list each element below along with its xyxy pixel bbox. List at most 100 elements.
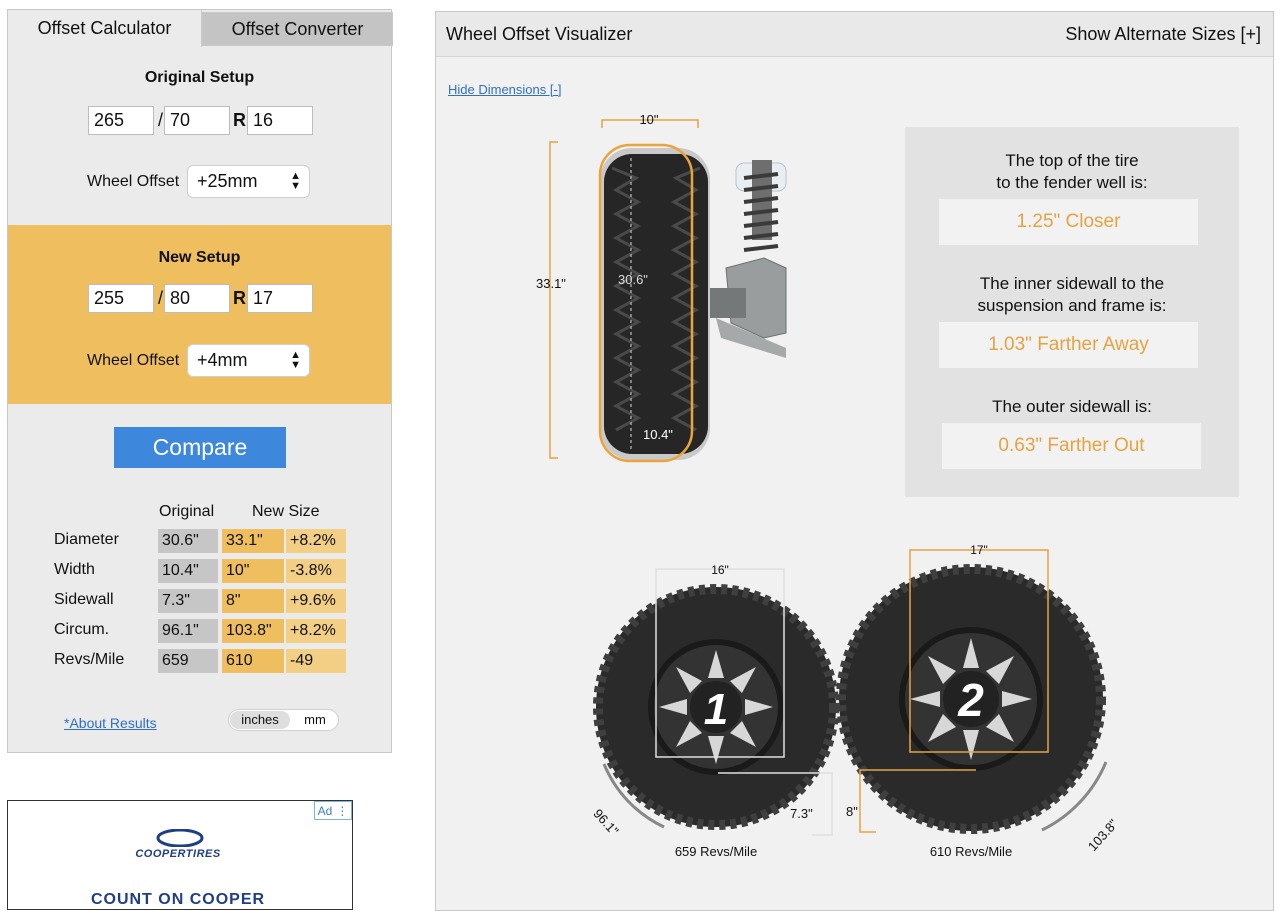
suspension-graphic <box>701 160 787 358</box>
tire-1-revs-label: 659 Revs/Mile <box>675 844 757 859</box>
ad-badge[interactable]: Ad ⋮ <box>314 801 352 820</box>
original-diameter-dimension: 30.6" <box>618 272 648 287</box>
question-line: The inner sidewall to the <box>979 274 1165 293</box>
original-aspect-input[interactable]: 70 <box>164 106 230 135</box>
size-separator: / <box>158 288 164 308</box>
select-arrows-icon: ▲ ▼ <box>290 170 301 192</box>
tire-1-circumference-label: 96.1" <box>590 806 621 839</box>
diff-value: +8.2% <box>286 619 346 643</box>
table-row: Circum. 96.1" 103.8" +8.2% <box>8 619 391 643</box>
ad-slogan-text: COUNT ON COOPER <box>90 891 266 908</box>
original-setup-section: Original Setup 265 / 70 R 16 Wheel Offse… <box>8 47 391 225</box>
size-separator: / <box>158 110 164 130</box>
new-rim-input[interactable]: 17 <box>247 284 313 313</box>
ad-badge-label: Ad <box>317 803 333 818</box>
calculator-tabs: Offset Calculator Offset Converter <box>7 9 393 47</box>
new-value: 33.1" <box>222 529 284 553</box>
question-line: The top of the tire <box>1005 151 1139 170</box>
table-row: Revs/Mile 659 610 -49 <box>8 649 391 673</box>
row-label: Sidewall <box>54 591 114 608</box>
diff-value: -3.8% <box>286 559 346 583</box>
original-value: 10.4" <box>158 559 218 583</box>
original-value: 30.6" <box>158 529 218 553</box>
show-alternate-sizes-toggle[interactable]: Show Alternate Sizes [+] <box>1065 24 1261 45</box>
tire-1-graphic: 1 <box>593 584 839 830</box>
offset-calculator-panel: Offset Calculator Offset Converter Origi… <box>7 9 393 753</box>
new-width-input[interactable]: 255 <box>88 284 154 313</box>
wheel-offset-visualizer: Wheel Offset Visualizer Show Alternate S… <box>435 11 1274 911</box>
unit-toggle[interactable]: inches mm <box>228 709 339 731</box>
original-size-row: 265 / 70 R 16 <box>88 106 328 136</box>
fender-answer: 1.25" Closer <box>939 199 1198 245</box>
original-width-input[interactable]: 265 <box>88 106 154 135</box>
results-header-new: New Size <box>252 503 320 520</box>
question-line: to the fender well is: <box>996 173 1148 192</box>
new-setup-section: New Setup 255 / 80 R 17 Wheel Offset +4m… <box>8 225 391 404</box>
unit-inches-option[interactable]: inches <box>230 711 290 729</box>
tire-2-number: 2 <box>957 674 984 726</box>
original-offset-row: Wheel Offset +25mm ▲ ▼ <box>87 165 327 199</box>
new-offset-row: Wheel Offset +4mm ▲ ▼ <box>87 344 327 378</box>
tire-comparison-diagram: 1 2 16" 7.3" 96.1" 659 Revs/Mile 17" 8" … <box>590 543 1121 859</box>
diff-value: +8.2% <box>286 529 346 553</box>
new-value: 10" <box>222 559 284 583</box>
hide-dimensions-link[interactable]: Hide Dimensions [-] <box>448 82 561 97</box>
outer-sidewall-question: The outer sidewall is: <box>905 396 1239 418</box>
kebab-menu-icon: ⋮ <box>336 803 349 818</box>
table-row: Sidewall 7.3" 8" +9.6% <box>8 589 391 613</box>
new-width-dimension: 10" <box>639 112 658 127</box>
row-label: Diameter <box>54 531 119 548</box>
visualizer-header: Wheel Offset Visualizer Show Alternate S… <box>436 12 1273 57</box>
new-offset-select[interactable]: +4mm ▲ ▼ <box>187 344 310 377</box>
tire-2-circumference-label: 103.8" <box>1085 816 1121 854</box>
compare-button[interactable]: Compare <box>114 427 286 468</box>
tire-2-rim-label: 17" <box>970 543 988 557</box>
original-value: 96.1" <box>158 619 218 643</box>
tire-1-rim-label: 16" <box>711 563 729 577</box>
advertisement[interactable]: Ad ⋮ COOPERTIRES COUNT ON COOPER <box>7 800 353 910</box>
fitment-info-box: The top of the tire to the fender well i… <box>905 127 1239 497</box>
table-row: Diameter 30.6" 33.1" +8.2% <box>8 529 391 553</box>
diff-value: -49 <box>286 649 346 673</box>
original-offset-value: +25mm <box>197 171 258 191</box>
unit-mm-option[interactable]: mm <box>293 711 337 729</box>
original-setup-title: Original Setup <box>144 69 255 86</box>
tab-offset-calculator[interactable]: Offset Calculator <box>7 9 202 47</box>
tire-1-sidewall-label: 7.3" <box>790 806 813 821</box>
new-aspect-input[interactable]: 80 <box>164 284 230 313</box>
new-offset-value: +4mm <box>197 350 248 370</box>
new-value: 103.8" <box>222 619 284 643</box>
side-view-diagram: 10" 33.1" 30.6" 10.4" <box>536 112 787 463</box>
ad-brand-text: COOPERTIRES <box>135 848 221 860</box>
tire-1-number: 1 <box>704 685 728 734</box>
tire-2-sidewall-label: 8" <box>846 804 858 819</box>
new-value: 8" <box>222 589 284 613</box>
new-value: 610 <box>222 649 284 673</box>
tire-2-graphic: 2 <box>836 564 1106 834</box>
rim-separator: R <box>233 288 246 308</box>
outer-sidewall-answer: 0.63" Farther Out <box>942 423 1201 469</box>
new-setup-title: New Setup <box>158 249 241 266</box>
new-diameter-dimension: 33.1" <box>536 276 566 291</box>
tire-2-revs-label: 610 Revs/Mile <box>930 844 1012 859</box>
new-offset-label: Wheel Offset <box>87 352 180 369</box>
fender-question: The top of the tire to the fender well i… <box>905 150 1239 194</box>
visualizer-title: Wheel Offset Visualizer <box>446 24 633 44</box>
original-offset-select[interactable]: +25mm ▲ ▼ <box>187 165 310 198</box>
question-line: The outer sidewall is: <box>992 397 1152 416</box>
original-value: 7.3" <box>158 589 218 613</box>
cooper-logo-icon <box>156 829 204 847</box>
row-label: Revs/Mile <box>54 651 125 668</box>
original-rim-input[interactable]: 16 <box>247 106 313 135</box>
original-width-dimension: 10.4" <box>643 427 673 442</box>
question-line: suspension and frame is: <box>977 296 1167 315</box>
table-row: Width 10.4" 10" -3.8% <box>8 559 391 583</box>
rim-separator: R <box>233 110 246 130</box>
about-results-link[interactable]: *About Results <box>64 715 157 731</box>
original-offset-label: Wheel Offset <box>87 173 180 190</box>
new-size-row: 255 / 80 R 17 <box>88 284 328 314</box>
suspension-answer: 1.03" Farther Away <box>939 322 1198 368</box>
tab-offset-converter[interactable]: Offset Converter <box>202 12 393 46</box>
row-label: Circum. <box>54 621 110 638</box>
results-header-original: Original <box>159 503 215 520</box>
